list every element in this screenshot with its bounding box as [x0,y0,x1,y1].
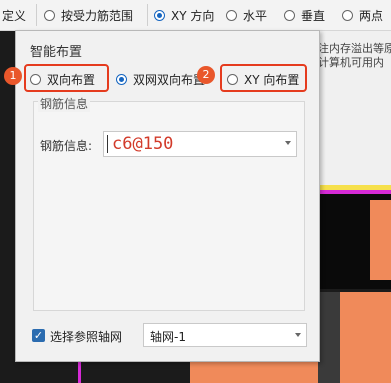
dialog-title: 智能布置 [30,45,83,60]
toolbar-radio-two-points[interactable]: 两点 [342,6,383,24]
canvas-orange-bottom-right [340,292,391,383]
select-reference-grid-label[interactable]: 选择参照轴网 [50,328,122,345]
radio-selected-icon [154,9,165,21]
rebar-info-value: c6@150 [112,134,174,154]
radio-icon [226,9,237,21]
callout-badge-1: 1 [4,67,22,85]
chevron-down-icon[interactable] [295,333,301,337]
axis-grid-combobox[interactable]: 轴网-1 [143,323,307,347]
toolbar-divider [147,4,148,26]
smart-layout-dialog: 智能布置 双向布置 1 双网双向布置 XY 向布置 2 钢筋信息 钢筋信息: c… [4,30,320,362]
checkbox-checked-icon[interactable]: ✓ [32,329,45,342]
toolbar-radio-xy-direction[interactable]: XY 方向 [154,6,214,24]
chevron-down-icon[interactable] [285,141,291,145]
radio-selected-icon [116,74,127,85]
canvas-magenta-vertical [78,360,81,383]
callout-badge-2: 2 [197,66,215,84]
toolbar-divider [36,4,37,26]
text-cursor [107,135,108,153]
top-toolbar: 定义 按受力筋范围 XY 方向 水平 垂直 两点 [0,0,391,31]
toolbar-radio-vertical[interactable]: 垂直 [284,6,325,24]
radio-icon [284,9,295,21]
rebar-info-label: 钢筋信息: [40,139,93,153]
axis-grid-value: 轴网-1 [150,330,186,344]
canvas-note-line-2: 计算机可用内 [318,56,384,69]
canvas-orange-block [370,200,391,280]
canvas-gray-line [318,292,340,383]
callout-box-2 [220,64,307,92]
radio-icon [44,9,55,21]
rebar-info-combobox[interactable]: c6@150 [103,131,297,157]
toolbar-radio-horizontal[interactable]: 水平 [226,6,267,24]
group-title: 钢筋信息 [38,95,91,112]
toolbar-radio-by-rebar-range[interactable]: 按受力筋范围 [44,6,133,24]
callout-box-1 [24,64,109,92]
toolbar-item-define[interactable]: 定义 [2,6,26,24]
option-double-net-two-way[interactable]: 双网双向布置 [116,71,205,88]
radio-icon [342,9,353,21]
